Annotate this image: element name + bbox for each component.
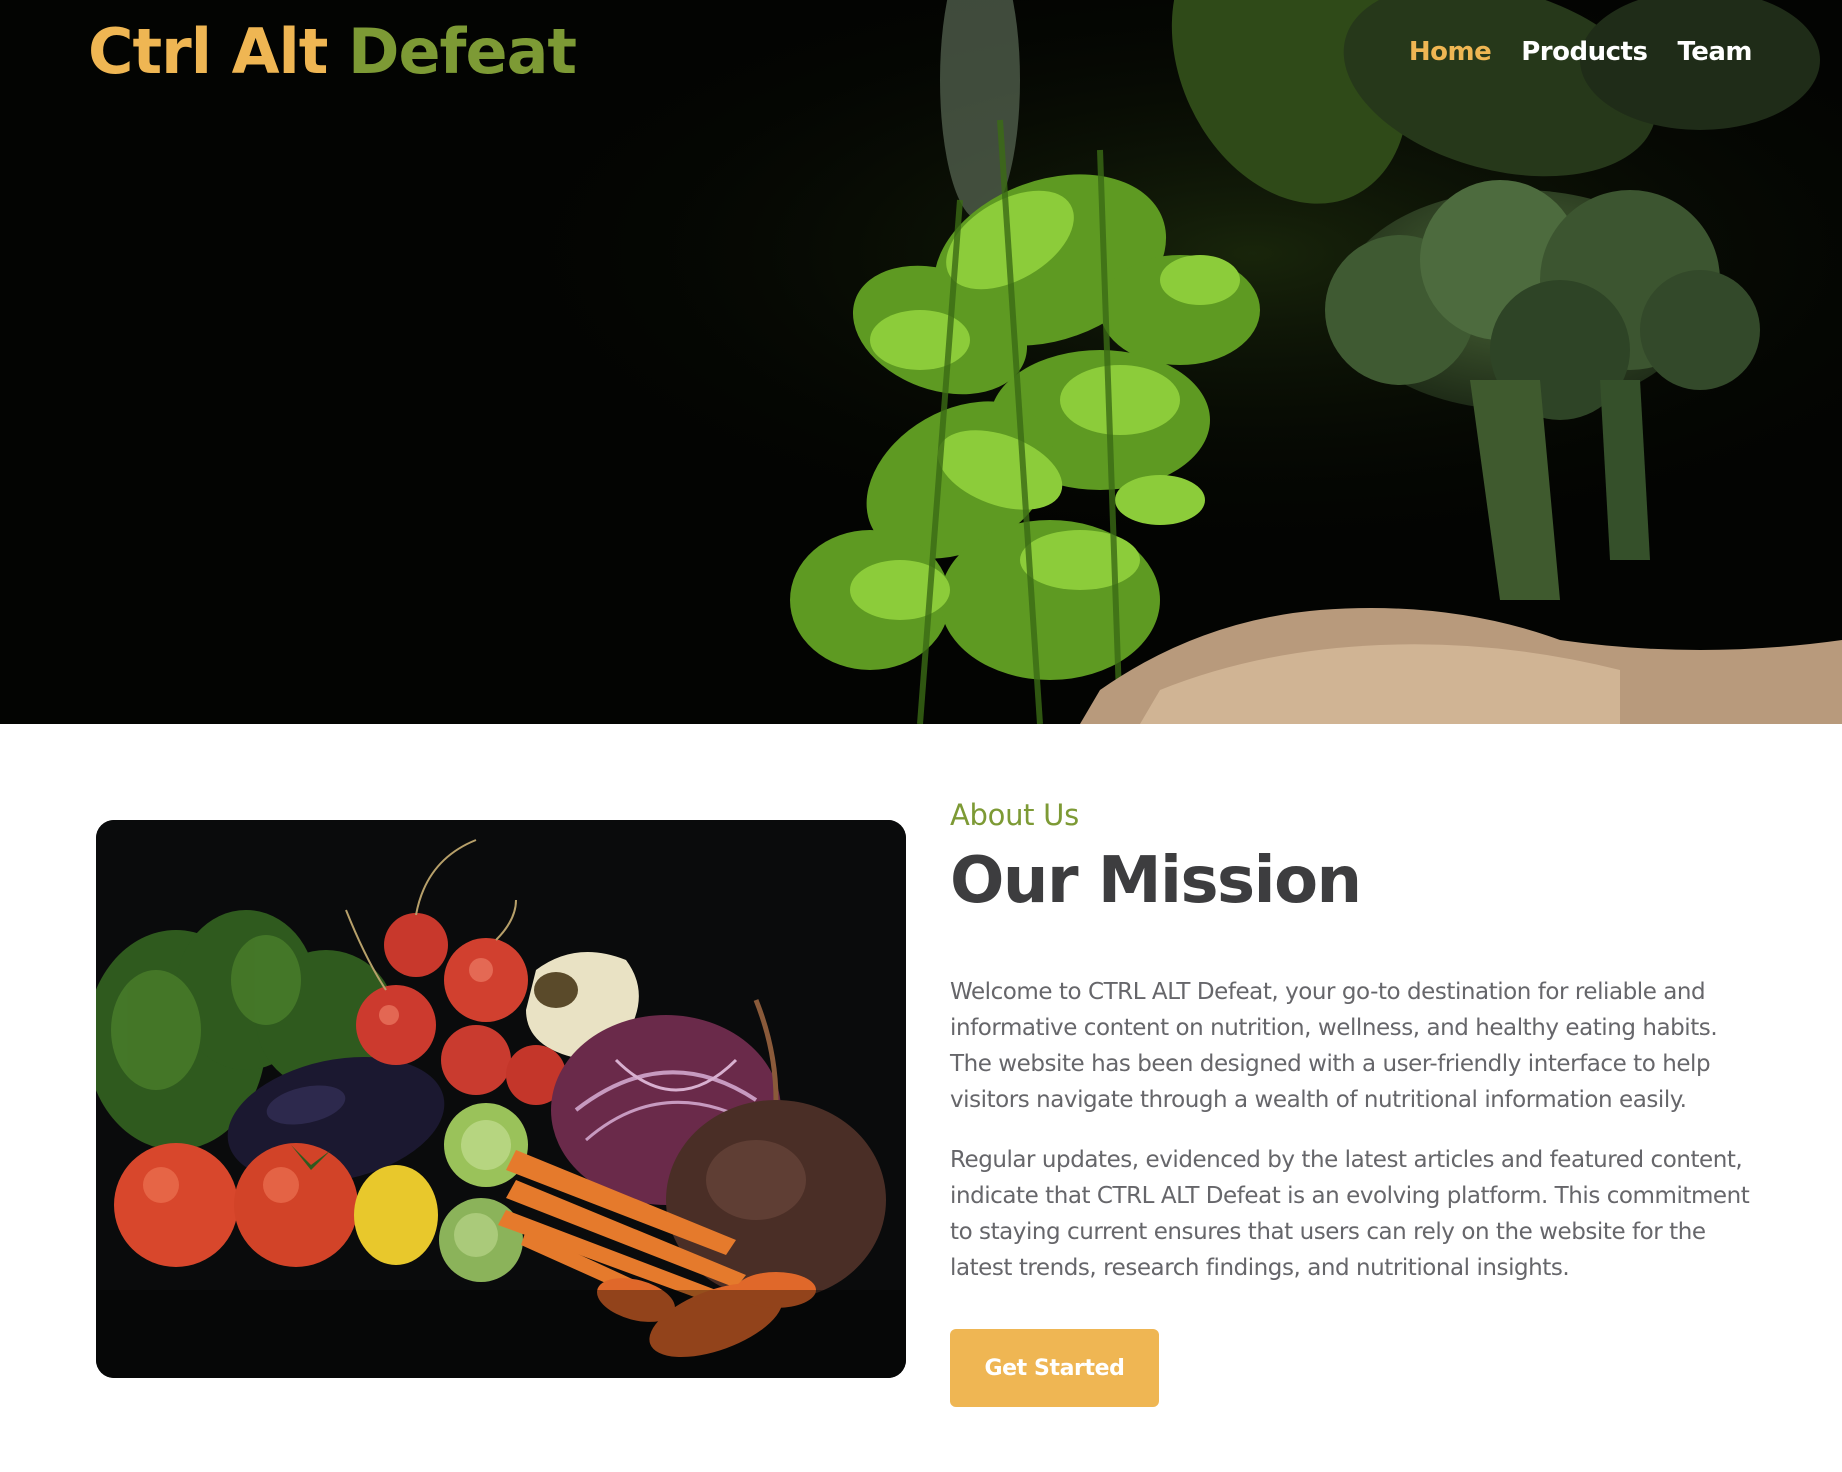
about-text-block: About Us Our Mission Welcome to CTRL ALT… <box>950 792 1760 1286</box>
get-started-button[interactable]: Get Started <box>950 1329 1159 1407</box>
nav-link-home[interactable]: Home <box>1409 34 1492 70</box>
brand-logo[interactable]: Ctrl Alt Defeat <box>88 14 577 90</box>
mission-paragraph-1: Welcome to CTRL ALT Defeat, your go-to d… <box>950 979 1718 1113</box>
nav-link-products[interactable]: Products <box>1521 34 1648 70</box>
mission-paragraph-2: Regular updates, evidenced by the latest… <box>950 1147 1750 1281</box>
hero-image <box>0 0 1842 724</box>
nav-link-team[interactable]: Team <box>1677 34 1752 70</box>
hero-section: Ctrl Alt Defeat Home Products Team <box>0 0 1842 724</box>
brand-word-defeat: Defeat <box>348 15 577 88</box>
brand-word-ctrl: Ctrl <box>88 15 212 88</box>
brand-word-alt: Alt <box>231 15 329 88</box>
about-image <box>96 820 906 1378</box>
section-eyebrow: About Us <box>950 798 1079 832</box>
main-nav: Home Products Team <box>1409 34 1753 70</box>
section-heading: Our Mission <box>950 844 1362 918</box>
